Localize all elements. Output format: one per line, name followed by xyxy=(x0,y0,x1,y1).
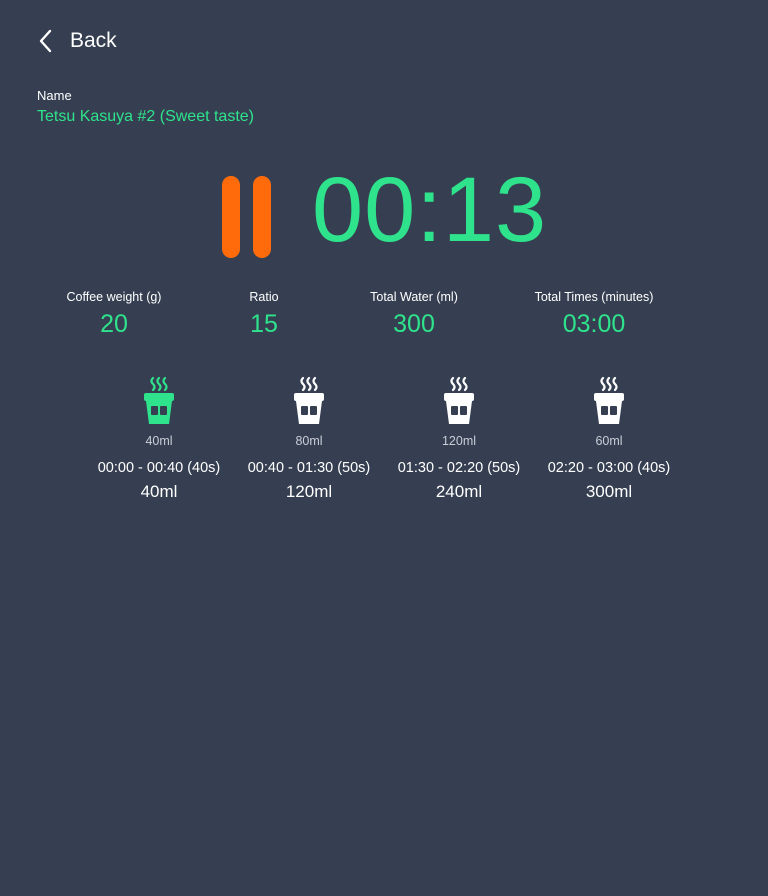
stat-total-times: Total Times (minutes) 03:00 xyxy=(535,290,654,339)
recipe-name: Tetsu Kasuya #2 (Sweet taste) xyxy=(37,108,254,125)
pour-time-range: 02:20 - 03:00 (40s) xyxy=(547,460,671,476)
pour-amount: 60ml xyxy=(595,434,623,448)
pour-steps: 40ml 00:00 - 00:40 (40s) 40ml 80ml 00:40… xyxy=(0,376,768,516)
pour-total: 300ml xyxy=(585,482,633,501)
coffee-cup-icon xyxy=(444,376,474,424)
coffee-cup-icon xyxy=(294,376,324,424)
pause-icon xyxy=(253,176,271,258)
stat-label: Total Times (minutes) xyxy=(534,290,654,304)
stat-value: 20 xyxy=(100,310,128,338)
pour-step: 60ml 02:20 - 03:00 (40s) 300ml xyxy=(534,376,684,502)
stat-label: Coffee weight (g) xyxy=(66,290,162,304)
back-label: Back xyxy=(70,29,117,52)
pour-total: 120ml xyxy=(285,482,333,501)
stat-label: Ratio xyxy=(249,290,279,304)
stat-coffee-weight: Coffee weight (g) 20 xyxy=(67,290,162,339)
pour-total: 40ml xyxy=(140,482,178,501)
stat-value: 03:00 xyxy=(562,310,626,338)
chevron-left-icon xyxy=(39,29,52,53)
pour-time-range: 00:40 - 01:30 (50s) xyxy=(247,460,371,476)
timer-display: 00:13 xyxy=(312,159,548,261)
name-label: Name xyxy=(37,88,72,103)
stat-value: 15 xyxy=(250,310,278,338)
pour-total: 240ml xyxy=(435,482,483,501)
pour-time-range: 00:00 - 00:40 (40s) xyxy=(97,460,221,476)
coffee-cup-icon xyxy=(144,376,174,424)
pause-icon xyxy=(222,176,240,258)
stat-label: Total Water (ml) xyxy=(370,290,458,304)
stat-ratio: Ratio 15 xyxy=(249,290,278,339)
pour-time-range: 01:30 - 02:20 (50s) xyxy=(397,460,521,476)
pour-amount: 40ml xyxy=(145,434,173,448)
back-button[interactable]: Back xyxy=(36,24,117,58)
pour-amount: 120ml xyxy=(441,434,477,448)
recipe-stats: Coffee weight (g) 20 Ratio 15 Total Wate… xyxy=(0,290,768,350)
stat-value: 300 xyxy=(393,310,435,338)
pour-step: 80ml 00:40 - 01:30 (50s) 120ml xyxy=(234,376,384,502)
stat-total-water: Total Water (ml) 300 xyxy=(370,290,458,339)
pour-step: 40ml 00:00 - 00:40 (40s) 40ml xyxy=(84,376,234,502)
coffee-cup-icon xyxy=(594,376,624,424)
pour-amount: 80ml xyxy=(295,434,323,448)
pause-button[interactable] xyxy=(218,174,276,260)
pour-step: 120ml 01:30 - 02:20 (50s) 240ml xyxy=(384,376,534,502)
